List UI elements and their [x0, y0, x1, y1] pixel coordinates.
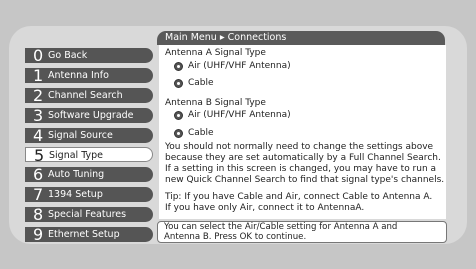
menu-item-signal-source[interactable]: 4 Signal Source [25, 125, 153, 145]
menu-item-1394-setup[interactable]: 7 1394 Setup [25, 185, 153, 205]
menu-item-go-back[interactable]: 0 Go Back [25, 46, 153, 65]
info-line-2: because they are set automatically by a … [165, 153, 441, 163]
menu-item-number: 6 [33, 165, 44, 185]
help-line-2: Antenna B. Press OK to continue. [164, 231, 307, 242]
menu-item-special-features[interactable]: 8 Special Features [25, 205, 153, 225]
radio-antenna-a-air-label: Air (UHF/VHF Antenna) [188, 61, 291, 71]
menu-item-label: Signal Source [48, 129, 113, 141]
radio-antenna-a-air[interactable] [174, 62, 183, 71]
breadcrumb-root: Main Menu [165, 32, 217, 43]
tip-line-2: If you have only Air, connect it to Ante… [165, 203, 365, 213]
content-pane: Antenna A Signal Type Air (UHF/VHF Anten… [159, 45, 446, 219]
tip-line-1: Tip: If you have Cable and Air, connect … [165, 192, 433, 202]
menu-item-label: Antenna Info [48, 69, 109, 81]
main-menu: 0 Go Back 1 Antenna Info 2 Channel Search 3… [25, 46, 153, 247]
menu-item-auto-tuning[interactable]: 6 Auto Tuning [25, 165, 153, 185]
radio-antenna-a-cable[interactable] [174, 79, 183, 88]
help-box: You can select the Air/Cable setting for… [157, 221, 447, 243]
menu-item-label: Channel Search [48, 89, 123, 101]
menu-item-number: 5 [34, 146, 45, 166]
menu-item-software-upgrade[interactable]: 3 Software Upgrade [25, 105, 153, 125]
antenna-a-title: Antenna A Signal Type [165, 48, 266, 58]
tv-screen: Main Menu ▸ Connections 0 Go Back 1 Antenn… [0, 0, 476, 269]
breadcrumb-current: Connections [227, 32, 287, 43]
radio-antenna-b-air-label: Air (UHF/VHF Antenna) [188, 110, 291, 120]
menu-item-label: Go Back [48, 50, 88, 61]
menu-item-number: 2 [33, 85, 44, 105]
menu-item-ethernet-setup[interactable]: 9 Ethernet Setup [25, 225, 153, 245]
menu-item-label: Software Upgrade [48, 109, 134, 121]
menu-item-label: Ethernet Setup [48, 229, 120, 241]
menu-item-number: 7 [33, 185, 44, 205]
breadcrumb-arrow-icon: ▸ [219, 32, 225, 43]
menu-item-number: 1 [33, 65, 44, 85]
menu-item-signal-type[interactable]: 5 Signal Type [25, 146, 153, 166]
menu-item-number: 0 [33, 46, 44, 65]
radio-antenna-a-cable-label: Cable [188, 78, 214, 88]
menu-item-label: Special Features [48, 209, 127, 221]
menu-item-number: 9 [33, 225, 44, 245]
radio-antenna-b-cable[interactable] [174, 129, 183, 138]
menu-item-number: 3 [33, 105, 44, 125]
info-line-3: If a setting in this screen is changed, … [165, 164, 437, 174]
menu-item-label: Signal Type [49, 150, 104, 162]
radio-antenna-b-cable-label: Cable [188, 128, 214, 138]
menu-item-antenna-info[interactable]: 1 Antenna Info [25, 65, 153, 85]
menu-item-channel-search[interactable]: 2 Channel Search [25, 85, 153, 105]
radio-antenna-b-air[interactable] [174, 111, 183, 120]
info-line-1: You should not normally need to change t… [165, 142, 434, 152]
antenna-b-title: Antenna B Signal Type [165, 98, 266, 108]
menu-item-label: 1394 Setup [48, 189, 103, 201]
menu-item-number: 4 [33, 125, 44, 145]
breadcrumb: Main Menu ▸ Connections [157, 31, 445, 45]
menu-item-number: 8 [33, 205, 44, 225]
menu-item-label: Auto Tuning [48, 169, 105, 181]
info-line-4: new Quick Channel Search to find that si… [165, 175, 445, 185]
